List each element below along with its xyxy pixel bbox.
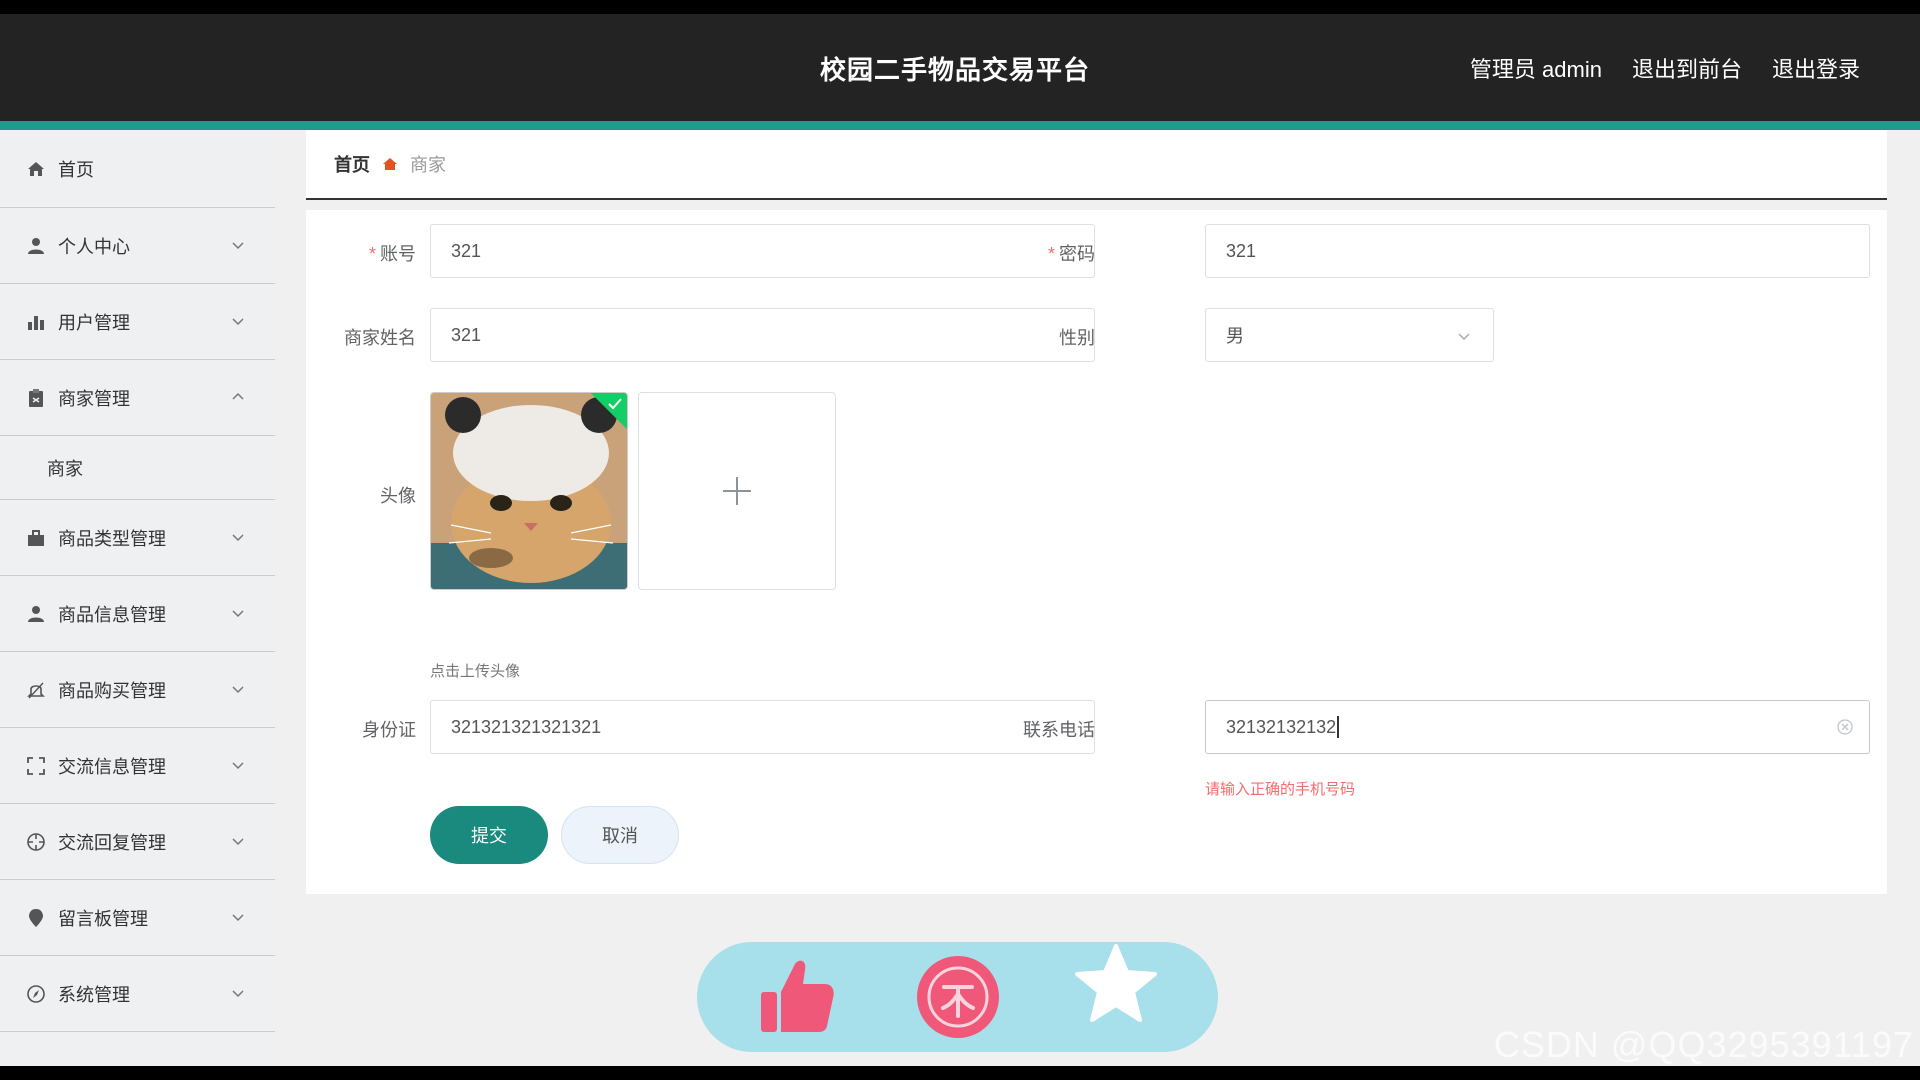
clear-input-icon[interactable]	[1835, 717, 1855, 737]
header-accent-bar	[0, 121, 1920, 130]
chevron-down-icon	[232, 838, 244, 846]
sidebar-item-home[interactable]: 首页	[0, 130, 275, 208]
gender-select-value: 男	[1226, 326, 1244, 346]
sidebar-item-message-board-management[interactable]: 留言板管理	[0, 880, 275, 956]
sidebar-item-merchant-management[interactable]: 商家管理	[0, 360, 275, 436]
merchant-form: * 账号 321 * 密码 321 商家姓名 321 性别 男 头像 点击上传头…	[306, 210, 1887, 894]
submit-button[interactable]: 提交	[430, 806, 548, 864]
action-pill	[697, 942, 1218, 1052]
fullscreen-icon	[26, 756, 46, 776]
phone-input[interactable]: 32132132132	[1205, 700, 1870, 754]
crosshair-icon	[26, 832, 46, 852]
chevron-down-icon	[232, 610, 244, 618]
breadcrumb-current: 商家	[410, 155, 446, 175]
user-icon	[26, 236, 46, 256]
sidebar-item-label: 商家管理	[58, 388, 130, 409]
account-label: * 账号	[368, 244, 416, 264]
clipboard-icon	[26, 388, 46, 408]
password-input[interactable]: 321	[1205, 224, 1870, 278]
sidebar-item-label: 商品信息管理	[58, 604, 166, 625]
merchant-name-label: 商家姓名	[344, 328, 416, 348]
gender-label: 性别	[1059, 328, 1095, 348]
chevron-down-icon	[1458, 333, 1470, 341]
sidebar: 首页 个人中心 用户管理 商家管理 商家 商品类型管理 商品信息管理 商品购买管…	[0, 130, 275, 1066]
back-to-front-link[interactable]: 退出到前台	[1632, 52, 1742, 84]
sidebar-item-personal-center[interactable]: 个人中心	[0, 208, 275, 284]
briefcase-icon	[26, 528, 46, 548]
logout-link[interactable]: 退出登录	[1772, 52, 1860, 84]
sidebar-item-product-info-management[interactable]: 商品信息管理	[0, 576, 275, 652]
sidebar-item-label: 系统管理	[58, 984, 130, 1005]
avatar-preview[interactable]	[430, 392, 628, 590]
avatar-upload-button[interactable]	[638, 392, 836, 590]
sidebar-item-label: 首页	[58, 159, 94, 180]
chevron-down-icon	[232, 534, 244, 542]
avatar-label: 头像	[380, 486, 416, 506]
id-card-label: 身份证	[362, 720, 416, 740]
cancel-button[interactable]: 取消	[561, 806, 679, 864]
sidebar-item-exchange-info-management[interactable]: 交流信息管理	[0, 728, 275, 804]
header-links: 管理员 admin 退出到前台 退出登录	[1470, 52, 1860, 84]
check-icon	[608, 398, 622, 410]
plus-icon	[723, 477, 751, 505]
admin-user-label[interactable]: 管理员 admin	[1470, 52, 1602, 84]
person-icon	[26, 604, 46, 624]
phone-input-value: 32132132132	[1226, 716, 1337, 737]
sidebar-item-label: 个人中心	[58, 236, 130, 257]
breadcrumb-home-link[interactable]: 首页	[334, 151, 370, 177]
sidebar-item-label: 用户管理	[58, 312, 130, 333]
chevron-down-icon	[232, 686, 244, 694]
coin-icon[interactable]	[915, 954, 1001, 1040]
chevron-down-icon	[232, 242, 244, 250]
bell-icon	[26, 680, 46, 700]
chevron-down-icon	[232, 762, 244, 770]
location-icon	[26, 908, 46, 928]
sidebar-subitem-merchant[interactable]: 商家	[0, 436, 275, 500]
sidebar-item-system-management[interactable]: 系统管理	[0, 956, 275, 1032]
sidebar-item-exchange-reply-management[interactable]: 交流回复管理	[0, 804, 275, 880]
sidebar-item-label: 商品购买管理	[58, 680, 166, 701]
top-header: 校园二手物品交易平台 管理员 admin 退出到前台 退出登录	[0, 14, 1920, 121]
sidebar-item-user-management[interactable]: 用户管理	[0, 284, 275, 360]
app-window: 校园二手物品交易平台 管理员 admin 退出到前台 退出登录 首页 个人中心	[0, 14, 1920, 1066]
star-icon[interactable]	[1073, 942, 1159, 1028]
sidebar-item-label: 交流回复管理	[58, 832, 166, 853]
chevron-down-icon	[232, 914, 244, 922]
breadcrumb: 首页 商家	[306, 130, 1887, 200]
password-label: * 密码	[1047, 244, 1095, 264]
sidebar-item-product-purchase-management[interactable]: 商品购买管理	[0, 652, 275, 728]
cat-avatar-image	[431, 393, 627, 589]
chevron-down-icon	[232, 318, 244, 326]
chevron-up-icon	[232, 392, 244, 400]
watermark-text: CSDN @QQ3295391197	[1493, 1024, 1914, 1065]
gender-select[interactable]: 男	[1205, 308, 1494, 362]
bar-chart-icon	[26, 312, 46, 332]
avatar-upload-hint: 点击上传头像	[430, 663, 521, 680]
sidebar-item-label: 商品类型管理	[58, 528, 166, 549]
home-icon	[382, 156, 398, 172]
compass-icon	[26, 984, 46, 1004]
sidebar-item-label: 交流信息管理	[58, 756, 166, 777]
phone-error-message: 请输入正确的手机号码	[1205, 781, 1356, 798]
sidebar-item-product-type-management[interactable]: 商品类型管理	[0, 500, 275, 576]
phone-label: 联系电话	[1023, 720, 1095, 740]
thumbs-up-icon[interactable]	[755, 954, 839, 1038]
text-cursor	[1337, 716, 1340, 738]
sidebar-item-label: 留言板管理	[58, 908, 148, 929]
chevron-down-icon	[232, 990, 244, 998]
home-icon	[26, 159, 46, 179]
